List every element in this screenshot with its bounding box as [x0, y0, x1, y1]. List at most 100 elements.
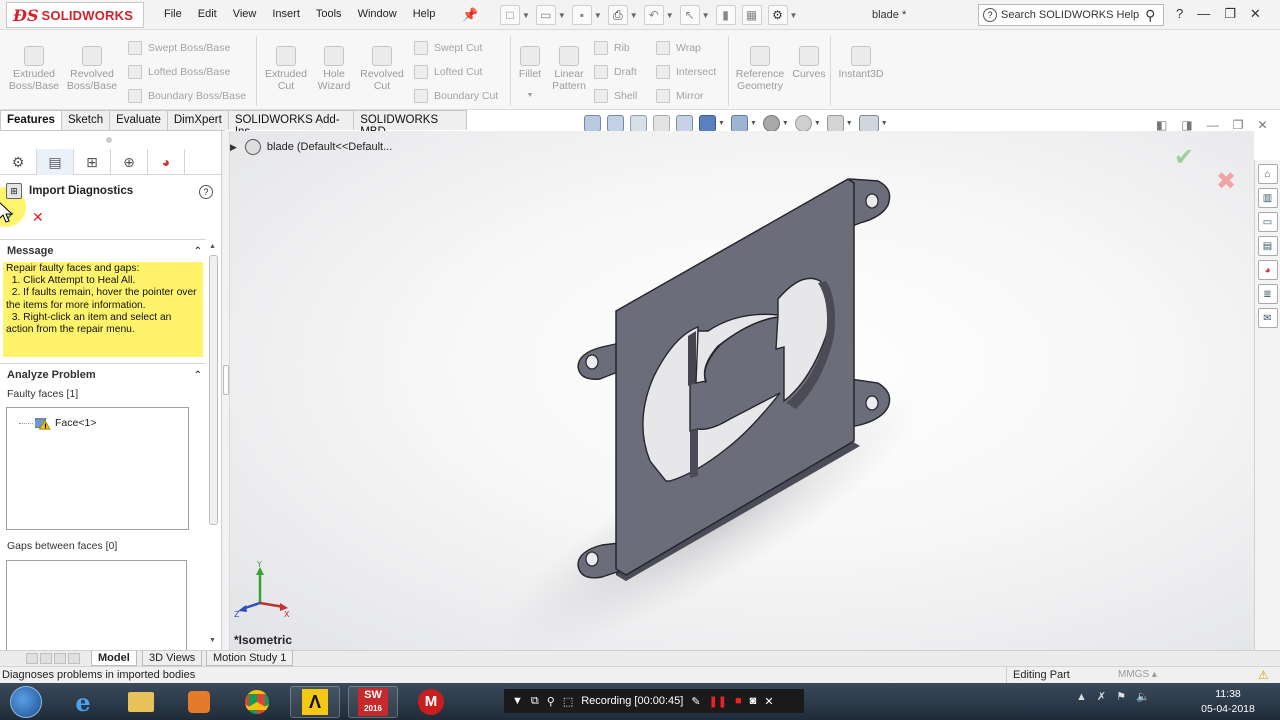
panel-splitter[interactable] — [222, 131, 230, 650]
boundary-boss-button[interactable]: Boundary Boss/Base — [128, 89, 246, 103]
speaker-icon[interactable]: 🔈 — [1136, 690, 1150, 703]
swept-cut-button[interactable]: Swept Cut — [414, 41, 482, 55]
menu-help[interactable]: Help — [413, 8, 436, 20]
edit-appearance-icon[interactable] — [794, 115, 812, 132]
intersect-button[interactable]: Intersect — [656, 65, 716, 79]
chrome-icon[interactable] — [232, 686, 282, 718]
open-folder-icon[interactable]: ▭ — [535, 5, 556, 25]
new-document-icon[interactable]: □ — [500, 5, 520, 25]
cancel-x-icon[interactable]: ✕ — [32, 209, 44, 226]
swept-boss-button[interactable]: Swept Boss/Base — [128, 41, 230, 55]
forum-icon[interactable]: ✉ — [1257, 308, 1278, 328]
zoom-to-area-icon[interactable] — [607, 115, 624, 132]
home-icon[interactable]: ⌂ — [1257, 164, 1278, 184]
viewport-split-left-icon[interactable]: ◧ — [1156, 118, 1167, 132]
recorder-camera-icon[interactable]: ◙ — [750, 695, 757, 707]
splitter-grip[interactable] — [223, 365, 229, 395]
panel-grip[interactable] — [106, 137, 112, 143]
media-player-icon[interactable] — [174, 686, 224, 718]
first-tab-icon[interactable] — [26, 653, 38, 664]
menu-file[interactable]: File — [164, 8, 182, 20]
faulty-faces-list[interactable]: ! Face<1> — [6, 407, 189, 530]
internet-explorer-icon[interactable]: e — [58, 686, 108, 718]
help-icon[interactable]: ? — [199, 185, 213, 199]
tab-model[interactable]: Model — [91, 651, 137, 666]
restore-icon[interactable]: ❐ — [1224, 6, 1236, 22]
dimxpertmanager-tab-icon[interactable]: ⊕ — [111, 149, 148, 175]
revolved-boss-button[interactable]: Revolved Boss/Base — [64, 46, 120, 92]
recorder-pen-icon[interactable]: ✎ — [691, 695, 700, 708]
instant3d-button[interactable]: Instant3D — [834, 46, 888, 80]
options-gear-icon[interactable]: ⚙ — [767, 5, 788, 25]
hide-show-items-icon[interactable] — [762, 115, 780, 132]
tab-3d-views[interactable]: 3D Views — [142, 651, 203, 666]
panel-scrollbar[interactable]: ▲ ▼ — [206, 241, 220, 650]
tab-motion-study[interactable]: Motion Study 1 — [206, 651, 294, 666]
rebuild-warning-icon[interactable]: ⚠ — [1258, 668, 1269, 682]
tab-sketch[interactable]: Sketch — [60, 110, 111, 130]
view-palette-icon[interactable]: ▤ — [1257, 236, 1278, 256]
appearances-icon[interactable]: ◕ — [1257, 260, 1278, 280]
tab-features[interactable]: Features — [0, 110, 62, 130]
tray-expand-icon[interactable]: ▲ — [1076, 691, 1087, 703]
help-menu-icon[interactable]: ? — [1176, 6, 1183, 22]
blade-model[interactable] — [230, 131, 1254, 650]
displaymanager-tab-icon[interactable]: ◕ — [148, 149, 185, 175]
viewport-close-icon[interactable]: ✕ — [1257, 118, 1267, 132]
menu-window[interactable]: Window — [358, 8, 397, 20]
file-properties-icon[interactable]: ▦ — [741, 5, 762, 25]
save-icon[interactable]: ▪ — [571, 5, 592, 25]
hide-show-dropdown-icon[interactable]: ▼ — [782, 120, 789, 127]
next-tab-icon[interactable] — [54, 653, 66, 664]
reference-geometry-button[interactable]: Reference Geometry — [732, 46, 788, 92]
tab-evaluate[interactable]: Evaluate — [109, 110, 168, 130]
view-settings-dropdown-icon[interactable]: ▼ — [881, 120, 888, 127]
custom-properties-icon[interactable]: ≣ — [1257, 284, 1278, 304]
select-dropdown-icon[interactable]: ▼ — [702, 11, 710, 20]
menu-insert[interactable]: Insert — [272, 8, 300, 20]
scroll-down-icon[interactable]: ▼ — [209, 637, 216, 644]
solidworks-logo[interactable]: ƉS SOLIDWORKS — [6, 2, 144, 28]
recorder-region-icon[interactable]: ⬚ — [563, 695, 573, 708]
viewport-split-right-icon[interactable]: ◨ — [1181, 118, 1192, 132]
boundary-cut-button[interactable]: Boundary Cut — [414, 89, 498, 103]
recorder-pause-icon[interactable]: ❚❚ — [709, 695, 727, 708]
minimize-icon[interactable]: — — [1197, 6, 1210, 22]
design-library-icon[interactable]: ▥ — [1257, 188, 1278, 208]
extruded-boss-button[interactable]: Extruded Boss/Base — [6, 46, 62, 92]
open-dropdown-icon[interactable]: ▼ — [558, 11, 566, 20]
menu-edit[interactable]: Edit — [198, 8, 217, 20]
display-style-dropdown-icon[interactable]: ▼ — [750, 120, 757, 127]
solidworks-taskbar-icon[interactable]: SW 2016 — [348, 686, 398, 718]
scene-dropdown-icon[interactable]: ▼ — [846, 120, 853, 127]
recorder-window-icon[interactable]: ⧉ — [531, 695, 539, 708]
taskbar-clock[interactable]: 11:38 05-04-2018 — [1200, 687, 1256, 717]
recorder-close-icon[interactable]: ✕ — [764, 695, 773, 708]
view-settings-icon[interactable] — [858, 115, 879, 132]
flag-icon[interactable]: ⚑ — [1116, 690, 1126, 703]
collapse-chevron-icon[interactable]: ⌃ — [194, 246, 202, 257]
configurationmanager-tab-icon[interactable]: ⊞ — [74, 149, 111, 175]
display-style-icon[interactable] — [730, 115, 748, 132]
message-group-header[interactable]: Message ⌃ — [0, 242, 206, 260]
file-explorer-icon[interactable]: ▭ — [1257, 212, 1278, 232]
lofted-cut-button[interactable]: Lofted Cut — [414, 65, 482, 79]
network-status-icon[interactable]: ✗ — [1097, 690, 1106, 703]
dynamic-annotation-icon[interactable] — [676, 115, 693, 132]
tab-mbd[interactable]: SOLIDWORKS MBD — [353, 110, 467, 138]
wrap-button[interactable]: Wrap — [656, 41, 701, 55]
undo-icon[interactable]: ↶ — [643, 5, 664, 25]
save-dropdown-icon[interactable]: ▼ — [594, 11, 602, 20]
collapse-chevron-icon[interactable]: ⌃ — [194, 370, 202, 381]
curves-button[interactable]: Curves — [784, 46, 834, 80]
view-orientation-icon[interactable] — [699, 115, 716, 132]
print-dropdown-icon[interactable]: ▼ — [630, 11, 638, 20]
tab-addins[interactable]: SOLIDWORKS Add-Ins — [227, 110, 355, 138]
file-explorer-taskbar-icon[interactable] — [116, 686, 166, 718]
lofted-boss-button[interactable]: Lofted Boss/Base — [128, 65, 230, 79]
select-icon[interactable]: ↖ — [679, 5, 700, 25]
menu-view[interactable]: View — [233, 8, 257, 20]
apply-scene-icon[interactable] — [826, 115, 844, 132]
recorder-stop-icon[interactable]: ■ — [735, 695, 742, 707]
mail-app-icon[interactable]: M — [406, 686, 456, 718]
